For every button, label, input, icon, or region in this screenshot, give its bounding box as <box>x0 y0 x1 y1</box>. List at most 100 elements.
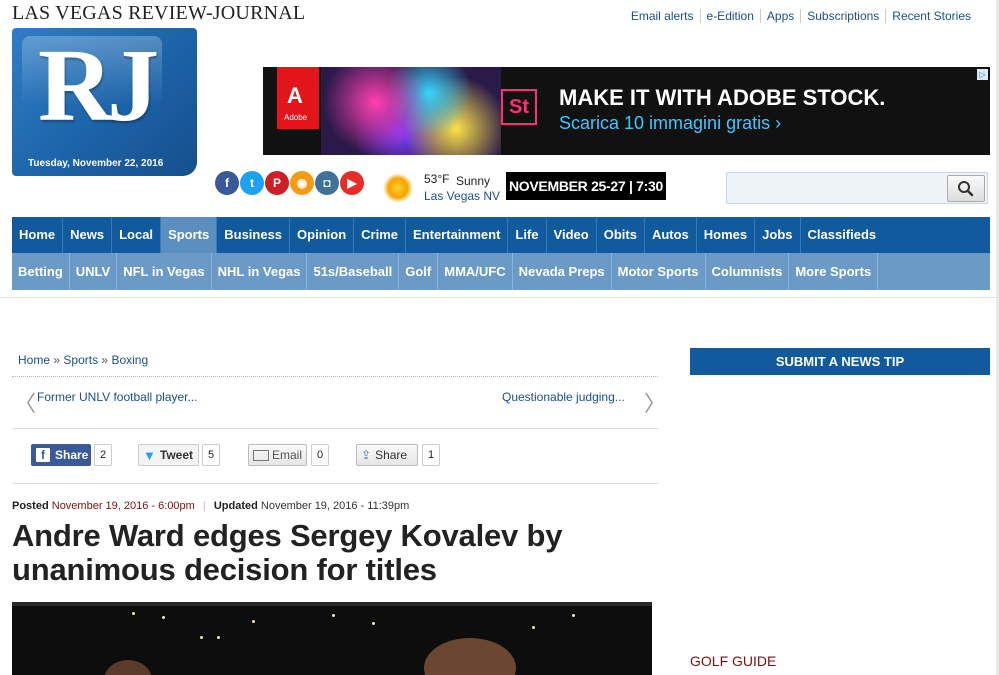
search-icon <box>958 181 974 197</box>
submit-news-tip-button[interactable]: SUBMIT A NEWS TIP <box>690 348 990 375</box>
breadcrumb-sports[interactable]: Sports <box>63 353 98 367</box>
arena-light <box>200 636 203 639</box>
search-button[interactable] <box>947 175 985 202</box>
email-share-button[interactable]: Email <box>248 444 307 466</box>
ad-choices-icon[interactable]: ▷ <box>977 69 988 80</box>
ad-headline: MAKE IT WITH ADOBE STOCK. <box>559 85 886 110</box>
nav-home[interactable]: Home <box>12 217 64 253</box>
link-subscriptions[interactable]: Subscriptions <box>800 9 885 23</box>
updated-label: Updated <box>213 500 258 512</box>
subnav-betting[interactable]: Betting <box>12 253 70 290</box>
nav-obits[interactable]: Obits <box>597 217 645 253</box>
breadcrumb-home[interactable]: Home <box>18 353 50 367</box>
youtube-icon[interactable]: ▶ <box>340 171 364 195</box>
arena-light <box>132 612 135 615</box>
nav-video[interactable]: Video <box>547 217 597 253</box>
pinterest-icon[interactable]: P <box>265 171 289 195</box>
logo-letters: RJ <box>38 28 159 143</box>
chevron-right-icon[interactable]: 〉 <box>644 386 666 418</box>
tweet-count: 5 <box>202 444 221 466</box>
instagram-icon[interactable]: ◘ <box>315 171 339 195</box>
breadcrumb-boxing[interactable]: Boxing <box>111 353 148 367</box>
rss-icon[interactable]: ◉ <box>290 171 314 195</box>
ad-artwork <box>321 67 501 155</box>
boxer-right <box>424 638 516 675</box>
golf-guide-heading[interactable]: GOLF GUIDE <box>690 653 776 669</box>
share-label: Share <box>375 448 408 462</box>
article-photo[interactable] <box>12 602 652 675</box>
site-title[interactable]: LAS VEGAS REVIEW-JOURNAL <box>12 2 305 25</box>
posted-date: November 19, 2016 - 6:00pm <box>51 500 195 512</box>
arena-light <box>217 636 220 639</box>
nav-autos[interactable]: Autos <box>645 217 697 253</box>
arena-light <box>252 620 255 623</box>
weather-condition: Sunny <box>456 174 491 188</box>
tweet-label: Tweet <box>159 448 193 462</box>
share-button[interactable]: ⇪ Share <box>356 444 418 466</box>
boxer-left <box>104 660 152 675</box>
twitter-icon[interactable]: t <box>240 171 264 195</box>
updated-date: November 19, 2016 - 11:39pm <box>260 500 410 512</box>
envelope-icon <box>253 449 269 461</box>
subnav-nevada-preps[interactable]: Nevada Preps <box>513 253 612 290</box>
nav-opinion[interactable]: Opinion <box>290 217 355 253</box>
nav-news[interactable]: News <box>63 217 113 253</box>
nav-homes[interactable]: Homes <box>697 217 756 253</box>
primary-nav: Home News Local Sports Business Opinion … <box>12 217 990 253</box>
ad-subline[interactable]: Scarica 10 immagini gratis › <box>559 113 781 134</box>
breadcrumb-separator: » <box>101 353 109 367</box>
logo-date: Tuesday, November 22, 2016 <box>28 158 164 169</box>
posted-label: Posted <box>12 500 49 512</box>
subnav-motor-sports[interactable]: Motor Sports <box>612 253 706 290</box>
weather-city-link[interactable]: Las Vegas NV <box>424 189 500 203</box>
subnav-unlv[interactable]: UNLV <box>70 253 118 290</box>
divider <box>12 428 658 429</box>
subnav-mma-ufc[interactable]: MMA/UFC <box>438 253 513 290</box>
nav-jobs[interactable]: Jobs <box>755 217 801 253</box>
subnav-columnists[interactable]: Columnists <box>706 253 790 290</box>
share-count: 1 <box>422 444 441 466</box>
twitter-bird-icon: ▼ <box>143 447 156 463</box>
search-box <box>726 172 988 204</box>
adobe-logo: A Adobe <box>277 67 319 129</box>
arena-light <box>332 614 335 617</box>
subnav-51s-baseball[interactable]: 51s/Baseball <box>307 253 400 290</box>
nav-sports[interactable]: Sports <box>161 217 218 253</box>
divider <box>12 483 658 484</box>
link-apps[interactable]: Apps <box>759 9 800 23</box>
prev-article-link[interactable]: Former UNLV football player... <box>37 390 198 404</box>
subnav-golf[interactable]: Golf <box>399 253 439 290</box>
adobe-stock-badge: St <box>501 89 537 125</box>
facebook-icon[interactable]: f <box>215 171 239 195</box>
event-banner-ad[interactable]: NOVEMBER 25-27 | 7:30 PM <box>506 172 666 222</box>
breadcrumb-separator: » <box>53 353 61 367</box>
adobe-stock-ad[interactable]: A Adobe St MAKE IT WITH ADOBE STOCK. Sca… <box>263 67 990 155</box>
facebook-share-button[interactable]: f Share <box>31 444 91 466</box>
next-article-link[interactable]: Questionable judging... <box>502 390 625 404</box>
subnav-more-sports[interactable]: More Sports <box>789 253 879 290</box>
link-email-alerts[interactable]: Email alerts <box>625 9 700 23</box>
adobe-a-icon: A <box>287 83 303 108</box>
nav-classifieds[interactable]: Classifieds <box>801 217 884 253</box>
tweet-button[interactable]: ▼ Tweet <box>138 444 199 466</box>
rj-logo[interactable]: RJ Tuesday, November 22, 2016 <box>12 28 197 176</box>
link-e-edition[interactable]: e-Edition <box>699 9 760 23</box>
search-input[interactable] <box>729 175 945 201</box>
arena-light <box>572 614 575 617</box>
breadcrumb: Home » Sports » Boxing <box>18 353 148 367</box>
social-icons: f t P ◉ ◘ ▶ <box>215 171 364 195</box>
chevron-left-icon[interactable]: 〈 <box>14 386 36 418</box>
nav-crime[interactable]: Crime <box>354 217 407 253</box>
nav-local[interactable]: Local <box>112 217 162 253</box>
date-separator: | <box>202 500 206 512</box>
nav-life[interactable]: Life <box>508 217 547 253</box>
arena-light <box>372 622 375 625</box>
nav-entertainment[interactable]: Entertainment <box>406 217 509 253</box>
subnav-nhl-in-vegas[interactable]: NHL in Vegas <box>212 253 308 290</box>
arena-light <box>162 616 165 619</box>
nav-business[interactable]: Business <box>217 217 291 253</box>
facebook-share-label: Share <box>55 448 89 462</box>
subnav-nfl-in-vegas[interactable]: NFL in Vegas <box>117 253 212 290</box>
arena-light <box>532 626 535 629</box>
link-recent-stories[interactable]: Recent Stories <box>885 9 977 23</box>
